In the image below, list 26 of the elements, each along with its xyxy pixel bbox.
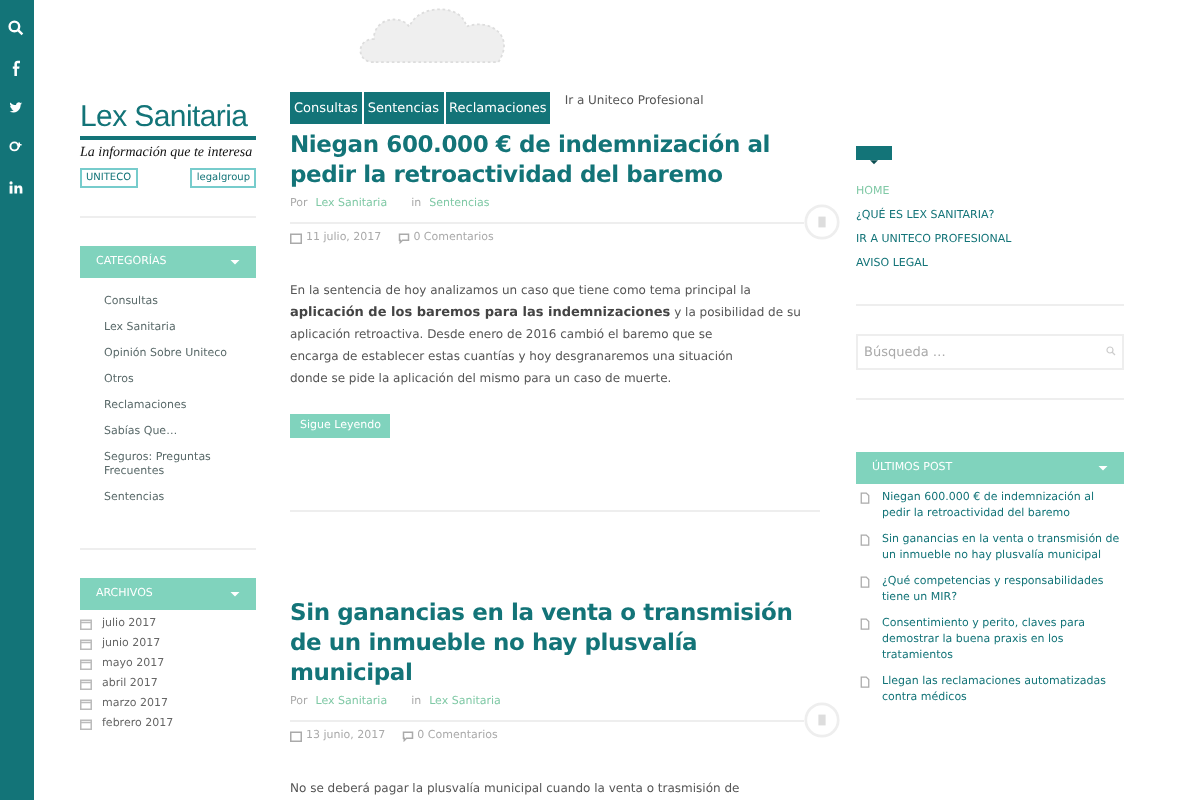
calendar-icon bbox=[290, 730, 302, 742]
calendar-icon bbox=[80, 638, 92, 650]
calendar-icon bbox=[290, 232, 302, 244]
calendar-icon bbox=[80, 658, 92, 670]
comment-icon bbox=[397, 232, 410, 244]
document-icon bbox=[860, 618, 870, 630]
site-logo-title[interactable]: Lex Sanitaria bbox=[80, 100, 256, 140]
comment-icon bbox=[401, 730, 414, 742]
calendar-icon bbox=[80, 618, 92, 630]
calendar-icon bbox=[80, 698, 92, 710]
document-icon bbox=[860, 492, 870, 504]
calendar-icon bbox=[80, 678, 92, 690]
post-title[interactable]: Sin ganancias en la venta o transmisión de un inmueble no hay plusvalía municipal bbox=[290, 598, 820, 688]
document-icon bbox=[860, 534, 870, 546]
document-icon bbox=[860, 676, 870, 688]
menu-toggle-button[interactable] bbox=[856, 146, 892, 160]
caret-icon bbox=[230, 591, 240, 597]
calendar-icon bbox=[80, 718, 92, 730]
google-plus-icon[interactable] bbox=[8, 140, 24, 156]
caret-icon bbox=[230, 259, 240, 265]
caret-icon bbox=[1098, 465, 1108, 471]
document-icon bbox=[860, 576, 870, 588]
twitter-icon[interactable] bbox=[8, 100, 24, 116]
post-title[interactable]: Niegan 600.000 € de indemnización al pedir la retroactividad del baremo bbox=[290, 130, 820, 190]
linkedin-icon[interactable] bbox=[8, 180, 24, 196]
facebook-icon[interactable] bbox=[8, 60, 24, 76]
